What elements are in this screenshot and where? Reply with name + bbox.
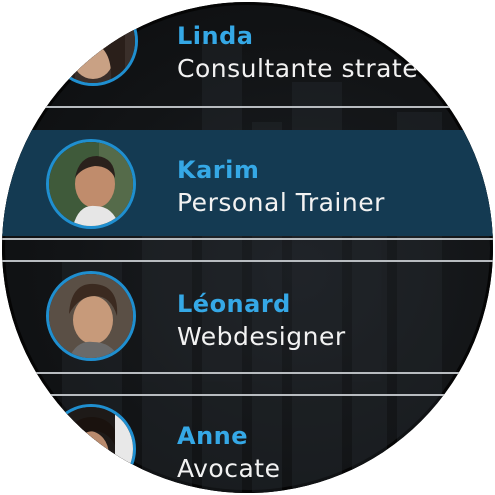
watch-face: Linda Consultante straté Karim Personal … <box>2 2 493 493</box>
contact-role: Webdesigner <box>177 322 346 351</box>
contact-role: Consultante straté <box>177 54 419 83</box>
contact-name: Karim <box>177 156 260 184</box>
contact-row-linda[interactable]: Linda Consultante straté <box>2 2 493 106</box>
divider <box>2 372 493 374</box>
contact-row-leonard[interactable]: Léonard Webdesigner <box>2 262 493 372</box>
divider <box>2 238 493 240</box>
contact-name: Anne <box>177 422 249 450</box>
contact-role: Personal Trainer <box>177 188 385 217</box>
avatar-leonard <box>46 271 136 361</box>
avatar-anne <box>46 404 136 493</box>
divider <box>2 106 493 108</box>
contact-role: Avocate <box>177 454 281 483</box>
contact-name: Linda <box>177 22 254 50</box>
contact-name: Léonard <box>177 290 291 318</box>
contact-row-karim[interactable]: Karim Personal Trainer <box>2 130 493 236</box>
contact-row-anne[interactable]: Anne Avocate <box>2 396 493 493</box>
avatar-karim <box>46 139 136 229</box>
avatar-linda <box>48 2 138 86</box>
